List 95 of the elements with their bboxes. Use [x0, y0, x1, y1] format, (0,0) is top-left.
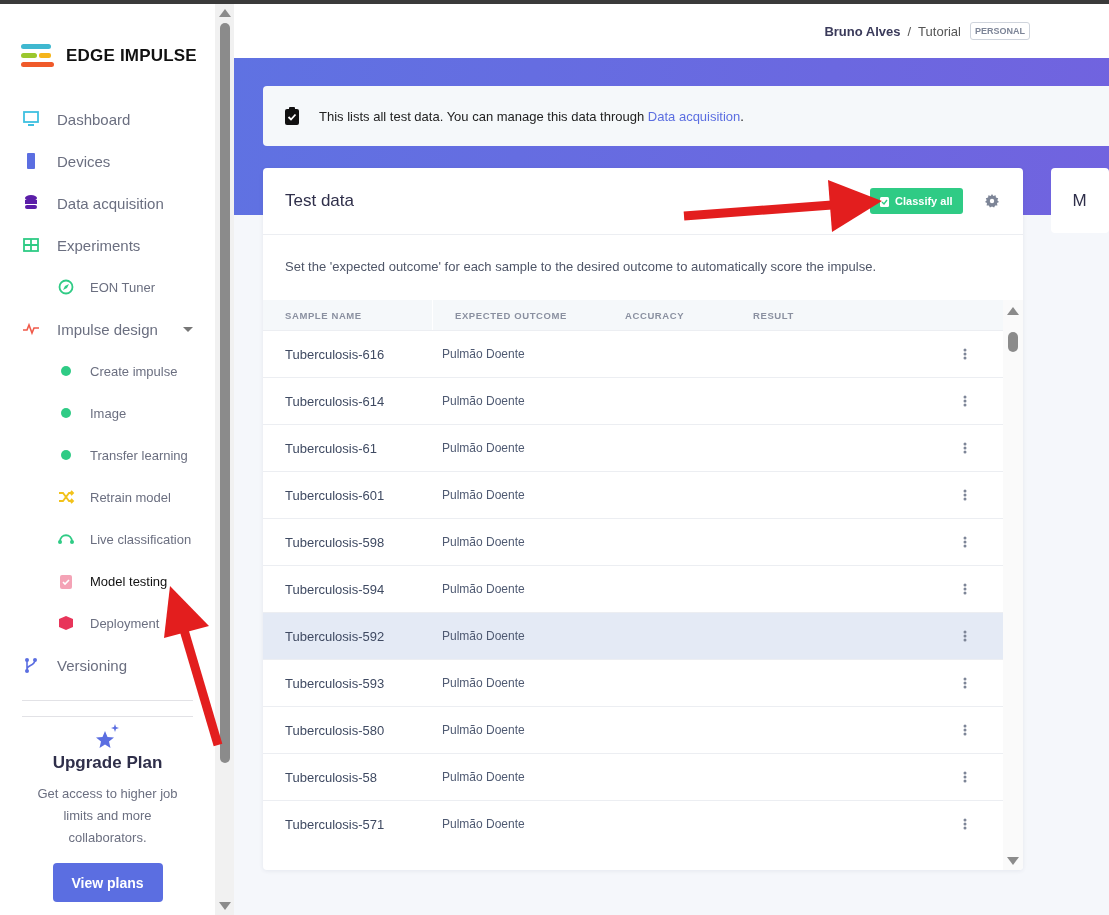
scrollbar[interactable]	[215, 4, 234, 915]
sample-name: Tuberculosis-58	[285, 769, 378, 785]
caret-icon[interactable]	[183, 326, 193, 332]
branch-icon	[22, 656, 40, 674]
nav-subitem[interactable]: Retrain model	[0, 476, 215, 518]
brand-name: EDGE IMPULSE	[66, 46, 197, 66]
more-icon[interactable]	[962, 348, 967, 360]
sample-name: Tuberculosis-580	[285, 722, 386, 738]
scroll-down-icon[interactable]	[1006, 857, 1019, 866]
grid-icon	[22, 236, 40, 254]
sample-name: Tuberculosis-593	[285, 675, 386, 691]
monitor-icon	[22, 110, 40, 128]
table-row[interactable]: Tuberculosis-580 Pulmão Doente	[263, 706, 1003, 753]
sample-name: Tuberculosis-592	[285, 628, 386, 644]
column-header: EXPECTED OUTCOME	[454, 308, 568, 323]
nav-subitem[interactable]: Deployment	[0, 602, 215, 644]
expected-outcome: Pulmão Doente	[442, 394, 526, 408]
arch-icon	[57, 533, 75, 545]
more-icon[interactable]	[962, 442, 967, 454]
more-icon[interactable]	[962, 677, 967, 689]
expected-outcome: Pulmão Doente	[442, 582, 526, 596]
table-scrollbar[interactable]	[1002, 300, 1023, 870]
column-header: ACCURACY	[624, 308, 686, 323]
sample-name: Tuberculosis-598	[285, 534, 386, 550]
card-description: Set the 'expected outcome' for each sample to the desired outcome to automatically score the impulse.	[284, 258, 877, 276]
nav-item[interactable]: Impulse design	[0, 308, 215, 350]
nav-subitem[interactable]: Live classification	[0, 518, 215, 560]
nav-subitem[interactable]: Transfer learning	[0, 434, 215, 476]
upgrade-title: Upgrade Plan	[52, 753, 163, 773]
nav-subitem[interactable]: Image	[0, 392, 215, 434]
view-plans-button[interactable]: View plans	[52, 863, 163, 902]
nav-item[interactable]: Experiments	[0, 224, 215, 266]
sample-name: Tuberculosis-601	[285, 487, 386, 503]
settings-icon[interactable]	[984, 194, 999, 208]
clipboard-check-icon	[880, 195, 890, 207]
sample-name: Tuberculosis-594	[285, 581, 386, 597]
nav-item[interactable]: Versioning	[0, 644, 215, 686]
more-icon[interactable]	[962, 724, 967, 736]
nav-item[interactable]: Data acquisition	[0, 182, 215, 224]
info-text: This lists all test data. You can manage this data through Data acquisition.	[319, 108, 744, 124]
table-row[interactable]: Tuberculosis-571 Pulmão Doente	[263, 800, 1003, 847]
card-title: M	[1072, 190, 1087, 211]
database-icon	[22, 194, 40, 212]
scroll-thumb[interactable]	[219, 23, 230, 763]
scroll-thumb[interactable]	[1007, 332, 1018, 352]
sample-name: Tuberculosis-616	[285, 346, 386, 362]
more-icon[interactable]	[962, 818, 967, 830]
sample-name: Tuberculosis-614	[285, 393, 386, 409]
cube-icon	[57, 614, 75, 632]
breadcrumb-separator: /	[907, 23, 912, 39]
expected-outcome: Pulmão Doente	[442, 535, 526, 549]
sample-name: Tuberculosis-61	[285, 440, 378, 456]
more-icon[interactable]	[962, 395, 967, 407]
table-row[interactable]: Tuberculosis-594 Pulmão Doente	[263, 565, 1003, 612]
table-row[interactable]: Tuberculosis-58 Pulmão Doente	[263, 753, 1003, 800]
table-row[interactable]: Tuberculosis-592 Pulmão Doente	[263, 612, 1003, 659]
table-row[interactable]: Tuberculosis-601 Pulmão Doente	[263, 471, 1003, 518]
expected-outcome: Pulmão Doente	[442, 488, 526, 502]
table-row[interactable]: Tuberculosis-614 Pulmão Doente	[263, 377, 1003, 424]
project-name[interactable]: Tutorial	[918, 23, 961, 39]
more-icon[interactable]	[962, 771, 967, 783]
expected-outcome: Pulmão Doente	[442, 676, 526, 690]
expected-outcome: Pulmão Doente	[442, 770, 526, 784]
expected-outcome: Pulmão Doente	[442, 817, 526, 831]
column-header: RESULT	[752, 308, 795, 323]
shuffle-icon	[57, 488, 75, 506]
compass-icon	[57, 278, 75, 296]
clipboard-check-icon	[285, 107, 299, 125]
scroll-up-icon[interactable]	[218, 8, 231, 17]
stars-icon	[94, 723, 121, 749]
scroll-down-icon[interactable]	[218, 902, 231, 911]
nav-subitem[interactable]: Create impulse	[0, 350, 215, 392]
nav-item[interactable]: Devices	[0, 140, 215, 182]
nav-subitem[interactable]: EON Tuner	[0, 266, 215, 308]
scroll-up-icon[interactable]	[1006, 306, 1019, 315]
logo-icon	[21, 44, 54, 68]
plan-badge: PERSONAL	[970, 22, 1030, 40]
table-row[interactable]: Tuberculosis-593 Pulmão Doente	[263, 659, 1003, 706]
upgrade-text: Get access to higher job limits and more collaborators.	[36, 785, 179, 847]
expected-outcome: Pulmão Doente	[442, 723, 526, 737]
table-row[interactable]: Tuberculosis-61 Pulmão Doente	[263, 424, 1003, 471]
table-row[interactable]: Tuberculosis-616 Pulmão Doente	[263, 330, 1003, 377]
expected-outcome: Pulmão Doente	[442, 441, 526, 455]
nav-item[interactable]: Dashboard	[0, 98, 215, 140]
table-row[interactable]: Tuberculosis-598 Pulmão Doente	[263, 518, 1003, 565]
expected-outcome: Pulmão Doente	[442, 629, 526, 643]
more-icon[interactable]	[962, 630, 967, 642]
more-icon[interactable]	[962, 536, 967, 548]
expected-outcome: Pulmão Doente	[442, 347, 526, 361]
card-title: Test data	[285, 191, 355, 211]
more-icon[interactable]	[962, 489, 967, 501]
clipboard-icon	[57, 572, 75, 590]
user-name[interactable]: Bruno Alves	[824, 23, 901, 39]
sample-name: Tuberculosis-571	[285, 816, 386, 832]
more-icon[interactable]	[962, 583, 967, 595]
